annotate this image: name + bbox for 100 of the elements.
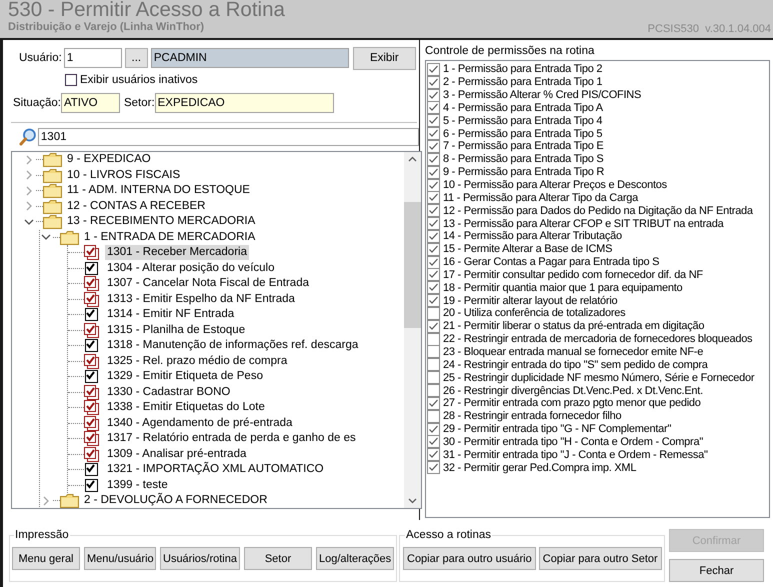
checkbox[interactable] <box>427 62 440 76</box>
permission-label: 13 - Permissão para Alterar CFOP e SIT TRIBUT na entrada <box>443 218 724 230</box>
checkbox[interactable] <box>427 242 440 256</box>
checkbox[interactable] <box>427 371 440 384</box>
routine-item[interactable]: 1317 - Relatório entrada de perda e ganho de es <box>105 431 358 446</box>
checkbox[interactable] <box>427 332 440 346</box>
checkbox[interactable] <box>84 276 99 292</box>
checkbox[interactable] <box>427 268 440 282</box>
report-button[interactable]: Menu geral <box>12 547 80 570</box>
checkbox[interactable] <box>427 152 440 166</box>
checkbox[interactable] <box>427 281 440 294</box>
permission-label: 12 - Permissão para Dados do Pedido na Digitação da NF Entrada <box>443 204 753 217</box>
report-button[interactable]: Setor <box>244 547 312 570</box>
checkbox[interactable] <box>427 76 440 89</box>
copy-button[interactable]: Copiar para outro Setor <box>538 547 662 570</box>
checkbox[interactable] <box>84 369 99 384</box>
checkbox[interactable] <box>427 166 440 179</box>
permission-label: 20 - Utiliza conferência de totalizadores <box>443 307 626 320</box>
action-button[interactable]: Fechar <box>669 559 764 582</box>
checkbox[interactable] <box>84 478 99 493</box>
folder-label[interactable]: 12 - CONTAS A RECEBER <box>65 198 208 214</box>
routine-item[interactable]: 1304 - Alterar posição do veículo <box>105 260 276 276</box>
checkbox[interactable] <box>84 416 99 431</box>
checkbox[interactable] <box>427 217 440 230</box>
permissions-title: Controle de permissões na rotina <box>425 44 596 59</box>
report-button[interactable]: Menu/usuário <box>84 547 156 570</box>
routine-item[interactable]: 1329 - Emitir Etiqueta de Peso <box>105 369 265 384</box>
routine-item[interactable]: 1301 - Receber Mercadoria <box>105 245 249 260</box>
checkbox[interactable] <box>84 462 99 478</box>
checkbox[interactable] <box>427 191 440 204</box>
lookup-button[interactable]: ... <box>124 48 148 68</box>
routine-item[interactable]: 1330 - Cadastrar BONO <box>105 384 232 400</box>
checkbox[interactable] <box>427 384 440 398</box>
routine-item[interactable]: 1314 - Emitir NF Entrada <box>105 307 236 322</box>
folder-label[interactable]: 2 - DEVOLUÇÃO A FORNECEDOR <box>82 493 270 508</box>
checkbox[interactable] <box>427 88 440 102</box>
checkbox[interactable] <box>84 446 99 462</box>
routine-item[interactable]: 1309 - Analisar pré-entrada <box>105 446 248 462</box>
chevron-down-icon[interactable] <box>40 232 52 242</box>
checkbox[interactable] <box>427 345 440 358</box>
checkbox[interactable] <box>427 320 440 333</box>
scrollbar[interactable] <box>404 152 421 508</box>
routine-item[interactable]: 1307 - Cancelar Nota Fiscal de Entrada <box>105 276 311 292</box>
checkbox[interactable] <box>427 410 440 423</box>
routine-item[interactable]: 1399 - teste <box>105 478 170 493</box>
checkbox[interactable] <box>427 127 440 140</box>
checkbox[interactable] <box>427 204 440 218</box>
checkbox[interactable] <box>427 101 440 114</box>
checkbox[interactable] <box>65 74 77 86</box>
routine-item[interactable]: 1313 - Emitir Espelho da NF Entrada <box>105 292 297 307</box>
search-field[interactable]: 1301 <box>38 128 419 146</box>
checkbox[interactable] <box>84 400 99 416</box>
permission-label: 25 - Restringir duplicidade NF mesmo Número, Série e Fornecedor <box>443 372 754 384</box>
folder-label[interactable]: 10 - LIVROS FISCAIS <box>65 168 182 183</box>
routine-item[interactable]: 1315 - Planilha de Estoque <box>105 322 248 338</box>
folder-label[interactable]: 11 - ADM. INTERNA DO ESTOQUE <box>65 183 252 198</box>
scrollbar-thumb[interactable] <box>404 202 421 328</box>
checkbox[interactable] <box>84 307 99 322</box>
checkbox[interactable] <box>427 140 440 153</box>
chevron-down-icon[interactable] <box>23 216 35 227</box>
routine-item[interactable]: 1318 - Manutenção de informações ref. descarga <box>105 338 360 354</box>
copy-button[interactable]: Copiar para outro usuário <box>403 547 536 570</box>
checkbox[interactable] <box>427 422 440 436</box>
folder-label[interactable]: 13 - RECEBIMENTO MERCADORIA <box>65 214 258 230</box>
permission-label: 8 - Permissão para Entrada Tipo S <box>443 153 604 166</box>
checkbox[interactable] <box>84 431 99 446</box>
permission-label: 26 - Restringir divergências Dt.Venc.Ped. x Dt.Venc.Ent. <box>443 384 703 397</box>
checkbox[interactable] <box>427 448 440 462</box>
checkbox[interactable] <box>427 461 440 474</box>
checkbox[interactable] <box>427 178 440 192</box>
checkbox[interactable] <box>84 338 99 354</box>
group-title: Acesso a rotinas <box>405 529 492 541</box>
checkbox[interactable] <box>427 114 440 128</box>
folder-icon <box>60 230 79 245</box>
routine-item[interactable]: 1325 - Rel. prazo médio de compra <box>105 354 290 369</box>
checkbox[interactable] <box>427 396 440 410</box>
checkbox[interactable] <box>84 354 99 369</box>
user-code-field[interactable]: 1 <box>64 48 122 68</box>
checkbox[interactable] <box>84 322 99 338</box>
checkbox[interactable] <box>427 358 440 372</box>
checkbox[interactable] <box>427 435 440 448</box>
folder-label[interactable]: 9 - EXPEDICAO <box>65 152 153 168</box>
checkbox[interactable] <box>427 306 440 320</box>
checkbox[interactable] <box>84 260 99 276</box>
show-button[interactable]: Exibir <box>352 46 416 70</box>
routine-item[interactable]: 1321 - IMPORTAÇÃO XML AUTOMATICO <box>105 462 326 478</box>
routine-item[interactable]: 1338 - Emitir Etiquetas do Lote <box>105 400 267 416</box>
permission-label: 31 - Permitir entrada tipo "J - Conta e Ordem - Remessa" <box>443 448 708 461</box>
sector-label: Setor: <box>124 97 155 109</box>
checkbox[interactable] <box>84 384 99 400</box>
routine-item[interactable]: 1340 - Agendamento de pré-entrada <box>105 416 294 431</box>
permission-label: 24 - Restringir entrada do tipo "S" sem pedido de compra <box>443 358 708 371</box>
checkbox[interactable] <box>427 294 440 308</box>
report-button[interactable]: Usuários/rotina <box>160 547 240 570</box>
checkbox[interactable] <box>427 256 440 269</box>
folder-label[interactable]: 1 - ENTRADA DE MERCADORIA <box>82 230 258 245</box>
checkbox[interactable] <box>84 292 99 307</box>
report-button[interactable]: Log/alterações <box>316 547 394 570</box>
checkbox[interactable] <box>84 245 99 260</box>
checkbox[interactable] <box>427 230 440 243</box>
